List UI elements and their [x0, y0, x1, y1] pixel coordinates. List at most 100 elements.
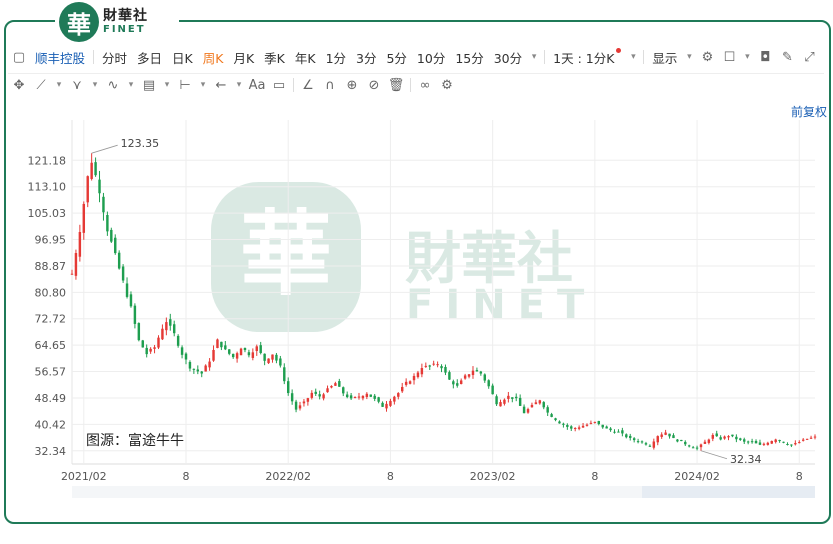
candle-body: [790, 444, 793, 446]
candle-body: [408, 381, 412, 384]
candle-body: [357, 396, 361, 398]
candle-body: [530, 404, 534, 408]
candle-body: [94, 162, 97, 176]
candle-body: [204, 365, 207, 372]
candle-body: [314, 391, 317, 394]
candle-body: [526, 409, 530, 413]
y-tick-label: 72.72: [35, 313, 67, 326]
candle-body: [165, 322, 168, 331]
candle-body: [377, 397, 380, 402]
x-tick-label: 2023/02: [470, 470, 516, 483]
candle-body: [601, 424, 604, 428]
candle-body: [577, 427, 581, 429]
candle-body: [609, 428, 612, 431]
y-tick-label: 105.03: [28, 207, 67, 220]
candle-body: [471, 370, 475, 376]
candle-body: [444, 366, 447, 373]
candle-body: [247, 352, 251, 356]
candle-body: [566, 424, 569, 427]
candle-body: [235, 353, 239, 359]
x-tick-label: 8: [591, 470, 598, 483]
candle-body: [416, 372, 420, 378]
candle-body: [770, 440, 773, 444]
candle-body: [239, 348, 243, 356]
grid: [71, 120, 815, 465]
min-label: 32.34: [730, 453, 762, 466]
candle-body: [467, 374, 471, 377]
candle-body: [809, 437, 813, 439]
candle-body: [581, 425, 585, 428]
candle-body: [621, 430, 624, 434]
candle-body: [208, 361, 211, 368]
candle-body: [554, 418, 557, 421]
min-pointer: [700, 450, 728, 460]
candle-body: [428, 365, 431, 367]
candle-body: [499, 402, 502, 407]
candle-body: [507, 395, 510, 399]
candle-body: [605, 426, 608, 429]
candle-body: [597, 421, 601, 425]
candle-body: [318, 394, 321, 397]
candle-body: [593, 421, 597, 423]
x-tick-label: 2021/02: [61, 470, 107, 483]
candle-body: [684, 441, 687, 445]
candle-body: [479, 371, 483, 374]
candle-body: [487, 380, 490, 387]
candle-body: [283, 367, 286, 382]
candle-body: [727, 436, 730, 438]
candle-body: [723, 436, 726, 439]
candle-body: [459, 380, 463, 385]
candle-body: [200, 371, 203, 374]
candle-body: [373, 395, 376, 399]
candle-body: [243, 347, 247, 351]
candlestick-chart[interactable]: 華 財華社 FINET 121.18 113.10 105.03 96.95 88.87…: [0, 0, 833, 544]
candle-body: [121, 266, 125, 281]
y-tick-label: 48.49: [35, 392, 67, 405]
candle-body: [440, 366, 443, 369]
candle-body: [483, 374, 486, 381]
candle-body: [102, 196, 105, 213]
candle-body: [436, 364, 439, 366]
candle-body: [778, 440, 781, 442]
candle-body: [538, 400, 542, 404]
candle-body: [106, 215, 109, 232]
candle-body: [385, 403, 388, 409]
candle-body: [275, 354, 278, 361]
candle-body: [762, 443, 766, 445]
y-tick-label: 56.57: [35, 366, 67, 379]
candle-body: [216, 339, 219, 349]
candle-body: [228, 349, 231, 354]
candle-body: [743, 439, 746, 442]
candle-body: [463, 375, 467, 379]
candle-body: [432, 363, 435, 365]
logo-name-cn: 財華社: [103, 8, 148, 24]
candle-body: [196, 369, 200, 372]
candle-body: [161, 328, 164, 340]
candle-body: [294, 401, 298, 410]
candle-body: [495, 396, 498, 405]
candle-body: [184, 353, 188, 360]
candle-body: [110, 229, 113, 242]
y-tick-label: 40.42: [35, 418, 67, 431]
candle-body: [805, 438, 809, 440]
candle-body: [676, 439, 679, 442]
candle-body: [534, 402, 538, 405]
candle-body: [334, 383, 337, 386]
candle-body: [345, 394, 349, 398]
candle-body: [703, 441, 707, 444]
candle-body: [137, 323, 141, 341]
candle-body: [145, 347, 148, 355]
candle-body: [786, 443, 789, 445]
candle-body: [613, 431, 616, 433]
logo-name-en: FINET: [103, 24, 146, 35]
candle-body: [306, 398, 310, 402]
y-tick-label: 113.10: [28, 181, 67, 194]
candle-body: [735, 436, 738, 440]
candle-body: [452, 381, 455, 385]
candle-body: [125, 283, 129, 297]
candle-body: [176, 335, 180, 346]
candle-body: [381, 402, 384, 407]
candle-body: [117, 252, 121, 269]
x-tick-label: 8: [796, 470, 803, 483]
candle-body: [648, 445, 652, 447]
